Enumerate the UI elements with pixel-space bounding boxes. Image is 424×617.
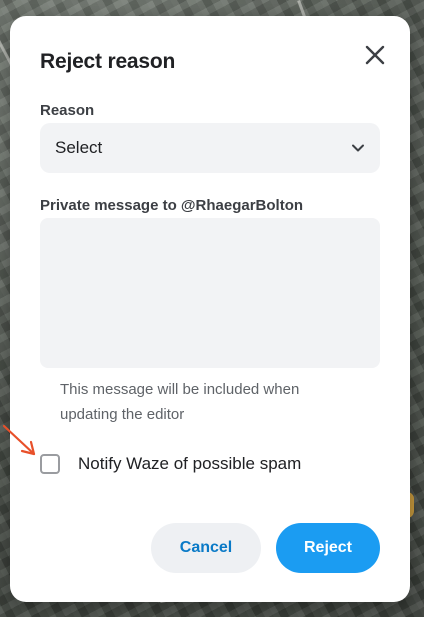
close-icon bbox=[365, 45, 385, 65]
reject-button[interactable]: Reject bbox=[276, 523, 380, 573]
message-label: Private message to @RhaegarBolton bbox=[40, 197, 304, 214]
chevron-down-icon bbox=[352, 144, 364, 152]
cancel-button[interactable]: Cancel bbox=[151, 523, 261, 573]
private-message-textarea[interactable] bbox=[40, 218, 380, 368]
reject-reason-dialog: Reject reason Reason Select Private mess… bbox=[10, 16, 410, 602]
close-button[interactable] bbox=[360, 40, 390, 70]
reason-select-value: Select bbox=[55, 138, 103, 157]
reason-label: Reason bbox=[40, 102, 95, 119]
spam-checkbox-label: Notify Waze of possible spam bbox=[78, 454, 302, 473]
message-helper-text: This message will be included when updat… bbox=[60, 381, 300, 423]
red-arrow-icon bbox=[2, 424, 36, 456]
dialog-title: Reject reason bbox=[40, 50, 176, 73]
spam-checkbox-row[interactable]: Notify Waze of possible spam bbox=[40, 452, 301, 476]
reason-select[interactable]: Select bbox=[40, 123, 380, 173]
